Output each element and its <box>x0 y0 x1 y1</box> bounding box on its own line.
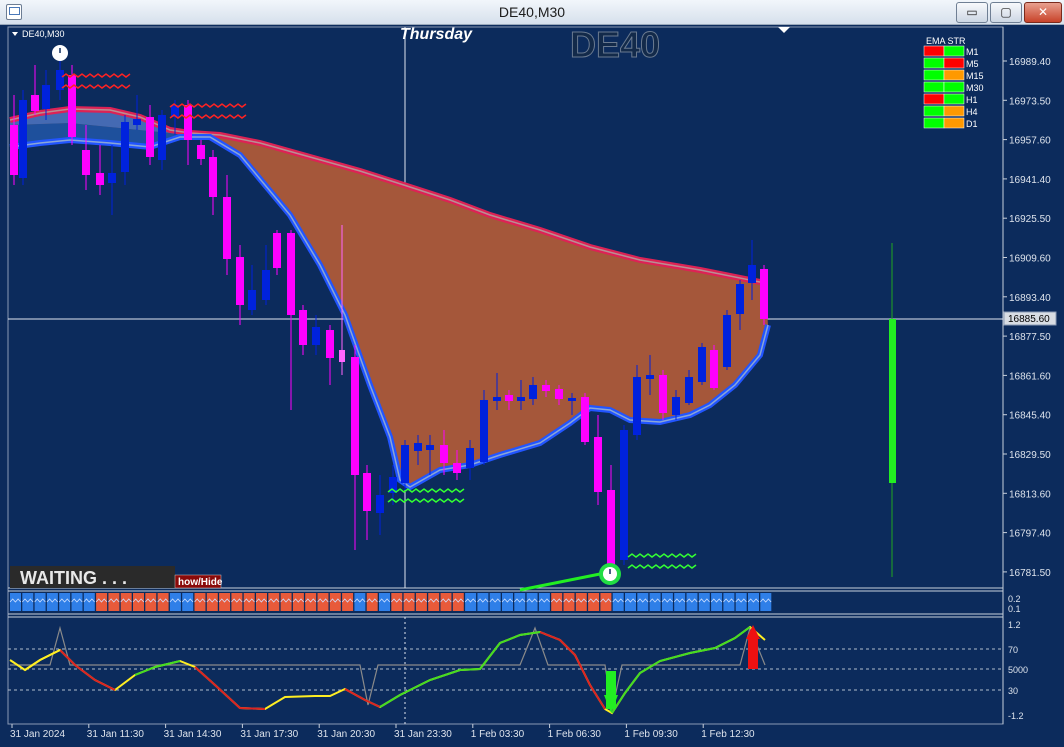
day-label: Thursday <box>400 26 473 43</box>
ema-str-timeframe: M30 <box>966 83 984 93</box>
chart-area[interactable]: DE40,M30 Thursday DE40 EMA STR M1 M5 M15 M3… <box>0 25 1064 747</box>
band-axis: 0.20.1 <box>1008 594 1021 614</box>
ema-str-timeframe: M15 <box>966 71 984 81</box>
price-tick-label: 16957.60 <box>1009 136 1051 147</box>
time-tick-label: 31 Jan 14:30 <box>164 729 222 740</box>
show-hide-label: how/Hide <box>178 577 223 588</box>
ema-str-cell <box>943 93 965 105</box>
time-tick-label: 1 Feb 06:30 <box>548 729 602 740</box>
waiting-text: WAITING . . . <box>20 568 127 588</box>
window-title: DE40,M30 <box>498 4 566 20</box>
ema-str-timeframe: H4 <box>966 107 978 117</box>
osc-tick-label: -1.2 <box>1008 711 1024 721</box>
price-tick-label: 16941.40 <box>1009 175 1051 186</box>
time-tick-label: 31 Jan 20:30 <box>317 729 375 740</box>
price-tick-label: 16845.40 <box>1009 411 1051 422</box>
big-symbol-watermark: DE40 <box>570 25 660 65</box>
osc-tick-label: 70 <box>1008 645 1018 655</box>
osc-tick-label: 5000 <box>1008 665 1028 675</box>
time-tick-label: 31 Jan 11:30 <box>87 729 145 740</box>
band-tick-label: 0.2 <box>1008 594 1021 604</box>
ema-str-timeframe: H1 <box>966 95 978 105</box>
ema-str-title: EMA STR <box>926 36 966 46</box>
ema-str-cell <box>943 117 965 129</box>
ema-str-cell <box>923 117 945 129</box>
ema-str-cell <box>923 69 945 81</box>
ema-str-cell <box>923 105 945 117</box>
osc-tick-label: 30 <box>1008 686 1018 696</box>
window-titlebar: DE40,M30 ▭ ▢ ✕ <box>0 0 1064 25</box>
price-tick-label: 16925.50 <box>1009 214 1051 225</box>
osc-sell-arrow <box>748 639 758 669</box>
price-tick-label: 16861.60 <box>1009 371 1051 382</box>
ema-str-cell <box>923 45 945 57</box>
osc-tick-label: 1.2 <box>1008 620 1021 630</box>
time-tick-label: 31 Jan 2024 <box>10 729 65 740</box>
time-tick-label: 31 Jan 23:30 <box>394 729 452 740</box>
ema-str-cell <box>943 69 965 81</box>
ema-str-cell <box>943 45 965 57</box>
maximize-button[interactable]: ▢ <box>990 2 1022 23</box>
symbol-label: DE40,M30 <box>22 29 65 39</box>
ema-str-table: EMA STR M1 M5 M15 M30 H1 H4 D1 <box>923 36 984 129</box>
ema-str-cell <box>923 93 945 105</box>
top-clock-icon <box>52 45 68 61</box>
current-bar-body <box>889 319 896 483</box>
price-tick-label: 16829.50 <box>1009 450 1051 461</box>
ema-str-timeframe: M1 <box>966 47 979 57</box>
price-tick-label: 16877.50 <box>1009 332 1051 343</box>
time-tick-label: 1 Feb 09:30 <box>624 729 678 740</box>
time-tick-label: 1 Feb 12:30 <box>701 729 755 740</box>
minimize-button[interactable]: ▭ <box>956 2 988 23</box>
price-tick-label: 16813.60 <box>1009 489 1051 500</box>
price-tick-label: 16973.50 <box>1009 96 1051 107</box>
price-tick-label: 16781.50 <box>1009 568 1051 579</box>
ema-str-cell <box>943 81 965 93</box>
ema-str-timeframe: D1 <box>966 119 978 129</box>
time-tick-label: 31 Jan 17:30 <box>240 729 298 740</box>
price-tick-label: 16989.40 <box>1009 57 1051 68</box>
price-tick-label: 16893.40 <box>1009 293 1051 304</box>
price-tick-label: 16797.40 <box>1009 529 1051 540</box>
bottom-clock-icon <box>599 563 621 585</box>
ema-str-cell <box>923 57 945 69</box>
ema-str-timeframe: M5 <box>966 59 979 69</box>
ema-str-cell <box>923 81 945 93</box>
ema-str-cell <box>943 57 965 69</box>
ema-str-cell <box>943 105 965 117</box>
time-tick-label: 1 Feb 03:30 <box>471 729 525 740</box>
close-button[interactable]: ✕ <box>1024 2 1062 23</box>
price-tick-label: 16909.60 <box>1009 254 1051 265</box>
current-price-label: 16885.60 <box>1008 314 1050 325</box>
band-tick-label: 0.1 <box>1008 604 1021 614</box>
